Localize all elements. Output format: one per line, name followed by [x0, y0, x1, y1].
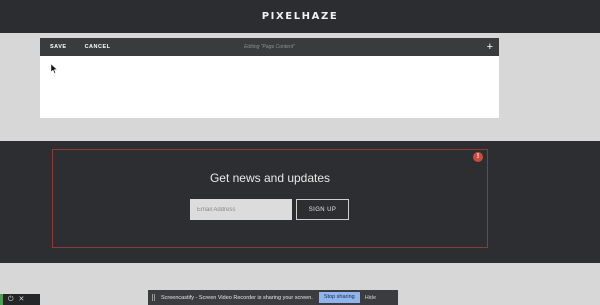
cancel-button[interactable]: CANCEL — [85, 44, 111, 50]
content-editor: SAVE CANCEL Editing "Page Content" + — [40, 38, 499, 118]
editor-canvas[interactable] — [40, 56, 499, 118]
warning-icon[interactable]: ! — [473, 152, 483, 162]
stop-sharing-button[interactable]: Stop sharing — [318, 292, 360, 303]
recording-indicator — [0, 294, 3, 305]
site-logo[interactable]: PIXELHAZE — [262, 11, 339, 22]
newsletter-heading: Get news and updates — [209, 171, 331, 185]
email-field[interactable] — [190, 199, 292, 220]
signup-button[interactable]: SIGN UP — [296, 199, 349, 220]
close-icon[interactable]: ✕ — [19, 294, 25, 305]
share-message: Screencastify - Screen Video Recorder is… — [161, 294, 313, 301]
drag-handle-icon[interactable] — [152, 294, 155, 301]
save-button[interactable]: SAVE — [50, 44, 67, 50]
hide-button[interactable]: Hide — [365, 295, 376, 301]
add-block-button[interactable]: + — [487, 40, 493, 54]
editor-toolbar: SAVE CANCEL Editing "Page Content" + — [40, 38, 499, 56]
recorder-controls: ⏻ ✕ — [0, 294, 40, 305]
power-icon[interactable]: ⏻ — [8, 294, 14, 305]
site-header: PIXELHAZE — [0, 0, 600, 33]
mouse-pointer-icon — [51, 64, 58, 74]
screen-share-bar: Screencastify - Screen Video Recorder is… — [148, 290, 398, 305]
